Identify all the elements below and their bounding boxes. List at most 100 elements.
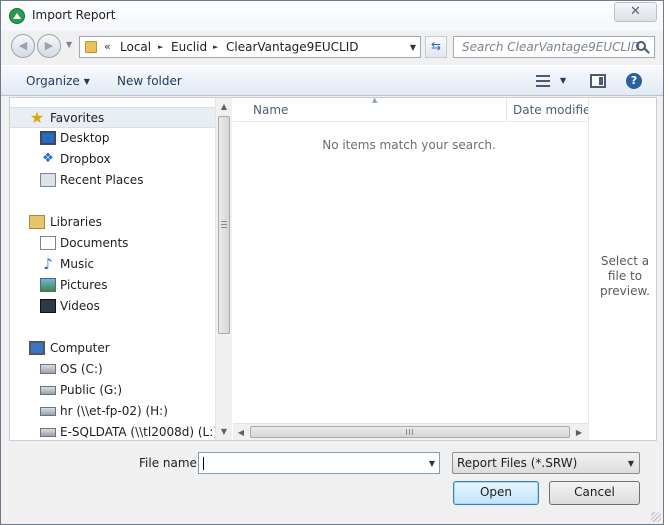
scrollbar-thumb[interactable] <box>250 426 570 438</box>
file-list-horizontal-scrollbar[interactable]: ◀ ▶ <box>233 423 588 440</box>
preview-pane: Select a file to preview. <box>588 98 656 440</box>
column-header-row: Name ▲ Date modified <box>233 96 598 122</box>
sidebar-item-desktop[interactable]: Desktop <box>10 128 215 149</box>
forward-button[interactable]: ▶ <box>37 34 61 58</box>
search-input[interactable]: Search ClearVantage9EUCLID <box>453 36 655 58</box>
sidebar-item-label: E-SQLDATA (\\tl2008d) (L:) <box>60 425 215 439</box>
column-divider[interactable] <box>506 98 507 122</box>
address-bar[interactable]: « Local ► Euclid ► ClearVantage9EUCLID ▼ <box>79 36 421 58</box>
cancel-button[interactable]: Cancel <box>549 481 640 505</box>
pictures-icon <box>40 278 56 292</box>
scroll-down-icon[interactable]: ▼ <box>216 423 232 440</box>
close-button[interactable]: ✕ <box>614 2 657 22</box>
sidebar-item-label: Videos <box>60 299 100 313</box>
address-dropdown-icon[interactable]: ▼ <box>410 43 416 52</box>
organize-label: Organize <box>26 74 80 88</box>
organize-button[interactable]: Organize ▼ <box>26 74 90 88</box>
sidebar-item-dropbox[interactable]: ❖ Dropbox <box>10 149 215 170</box>
navigation-pane: ★ Favorites Desktop ❖ Dropbox Recent Pla… <box>10 98 215 440</box>
grip-line <box>221 227 227 228</box>
videos-icon <box>40 299 56 313</box>
navigation-pane-scrollbar[interactable]: ▲ ▼ <box>215 98 232 440</box>
sidebar-item-pictures[interactable]: Pictures <box>10 275 215 296</box>
breadcrumb-overflow-icon[interactable]: « <box>104 40 111 53</box>
sidebar-item-hr-h[interactable]: hr (\\et-fp-02) (H:) <box>10 401 215 422</box>
grip-line <box>221 224 227 225</box>
sidebar-item-label: Favorites <box>50 111 105 125</box>
libraries-icon <box>29 215 45 229</box>
grip-line <box>221 221 227 222</box>
sidebar-item-label: OS (C:) <box>60 362 103 376</box>
documents-icon <box>40 236 56 250</box>
sidebar-item-computer[interactable]: Computer <box>10 338 215 359</box>
app-logo-icon <box>9 8 25 24</box>
forward-arrow-icon: ▶ <box>44 39 54 52</box>
title-bar: Import Report ✕ <box>1 1 663 31</box>
scroll-right-icon[interactable]: ▶ <box>571 424 587 441</box>
breadcrumb-clearvantage9euclid[interactable]: ClearVantage9EUCLID <box>226 40 359 54</box>
breadcrumb-separator-icon[interactable]: ► <box>213 43 218 51</box>
search-placeholder: Search ClearVantage9EUCLID <box>462 40 640 54</box>
resize-grip-icon[interactable] <box>651 512 661 522</box>
new-folder-button[interactable]: New folder <box>117 74 182 88</box>
sidebar-item-recent-places[interactable]: Recent Places <box>10 170 215 191</box>
open-button[interactable]: Open <box>453 481 539 505</box>
breadcrumb-euclid[interactable]: Euclid <box>171 40 207 54</box>
sidebar-item-public-g[interactable]: Public (G:) <box>10 380 215 401</box>
sidebar-item-libraries[interactable]: Libraries <box>10 212 215 233</box>
window-title: Import Report <box>32 8 116 22</box>
file-name-input[interactable]: ▼ <box>198 452 440 474</box>
preview-pane-toggle-icon[interactable] <box>590 74 606 88</box>
file-type-dropdown-icon: ▼ <box>627 459 634 468</box>
view-options-dropdown-icon[interactable]: ▼ <box>560 76 566 85</box>
music-icon: ♪ <box>43 255 53 273</box>
scrollbar-thumb[interactable] <box>218 116 230 334</box>
sidebar-item-e-sqldata-l[interactable]: E-SQLDATA (\\tl2008d) (L:) <box>10 422 215 440</box>
sidebar-item-videos[interactable]: Videos <box>10 296 215 317</box>
grip-line <box>406 429 407 435</box>
sidebar-item-label: Libraries <box>50 215 102 229</box>
empty-list-message: No items match your search. <box>322 138 496 152</box>
sidebar-item-label: Recent Places <box>60 173 144 187</box>
file-list[interactable]: Name ▲ Date modified No items match your… <box>233 96 598 440</box>
star-icon: ★ <box>29 108 45 127</box>
back-button[interactable]: ◀ <box>11 34 35 58</box>
network-drive-icon <box>40 386 56 395</box>
sidebar-item-favorites[interactable]: ★ Favorites <box>10 107 215 128</box>
search-icon[interactable] <box>636 41 646 51</box>
column-header-date-modified[interactable]: Date modified <box>513 103 598 117</box>
file-type-select[interactable]: Report Files (*.SRW) ▼ <box>452 452 640 474</box>
computer-icon <box>29 341 45 355</box>
text-cursor <box>203 457 204 470</box>
recent-locations-dropdown-icon[interactable]: ▼ <box>66 40 72 49</box>
sidebar-item-label: Pictures <box>60 278 108 292</box>
breadcrumb-separator-icon[interactable]: ► <box>158 43 163 51</box>
column-header-name[interactable]: Name <box>253 103 288 117</box>
file-type-selected: Report Files (*.SRW) <box>457 456 578 470</box>
sort-ascending-icon: ▲ <box>372 96 378 104</box>
refresh-button[interactable]: ⇆ <box>425 36 447 58</box>
desktop-icon <box>40 131 56 145</box>
recent-places-icon <box>40 173 56 187</box>
file-name-dropdown-icon[interactable]: ▼ <box>429 459 435 468</box>
organize-dropdown-icon: ▼ <box>83 77 90 86</box>
sidebar-item-music[interactable]: ♪ Music <box>10 254 215 275</box>
help-icon[interactable]: ? <box>626 73 642 89</box>
sidebar-item-label: hr (\\et-fp-02) (H:) <box>60 404 168 418</box>
sidebar-item-label: Documents <box>60 236 129 250</box>
sidebar-item-label: Public (G:) <box>60 383 123 397</box>
refresh-icon: ⇆ <box>430 39 442 53</box>
folder-icon <box>85 41 97 53</box>
sidebar-item-os-c[interactable]: OS (C:) <box>10 359 215 380</box>
scroll-left-icon[interactable]: ◀ <box>233 424 249 441</box>
scroll-up-icon[interactable]: ▲ <box>216 98 232 115</box>
grip-line <box>412 429 413 435</box>
main-content: ★ Favorites Desktop ❖ Dropbox Recent Pla… <box>9 96 657 441</box>
sidebar-item-label: Desktop <box>60 131 110 145</box>
back-arrow-icon: ◀ <box>18 39 28 52</box>
sidebar-item-label: Dropbox <box>60 152 111 166</box>
change-view-icon[interactable] <box>536 75 550 87</box>
breadcrumb-local[interactable]: Local <box>120 40 151 54</box>
sidebar-item-documents[interactable]: Documents <box>10 233 215 254</box>
network-drive-icon <box>40 428 56 437</box>
